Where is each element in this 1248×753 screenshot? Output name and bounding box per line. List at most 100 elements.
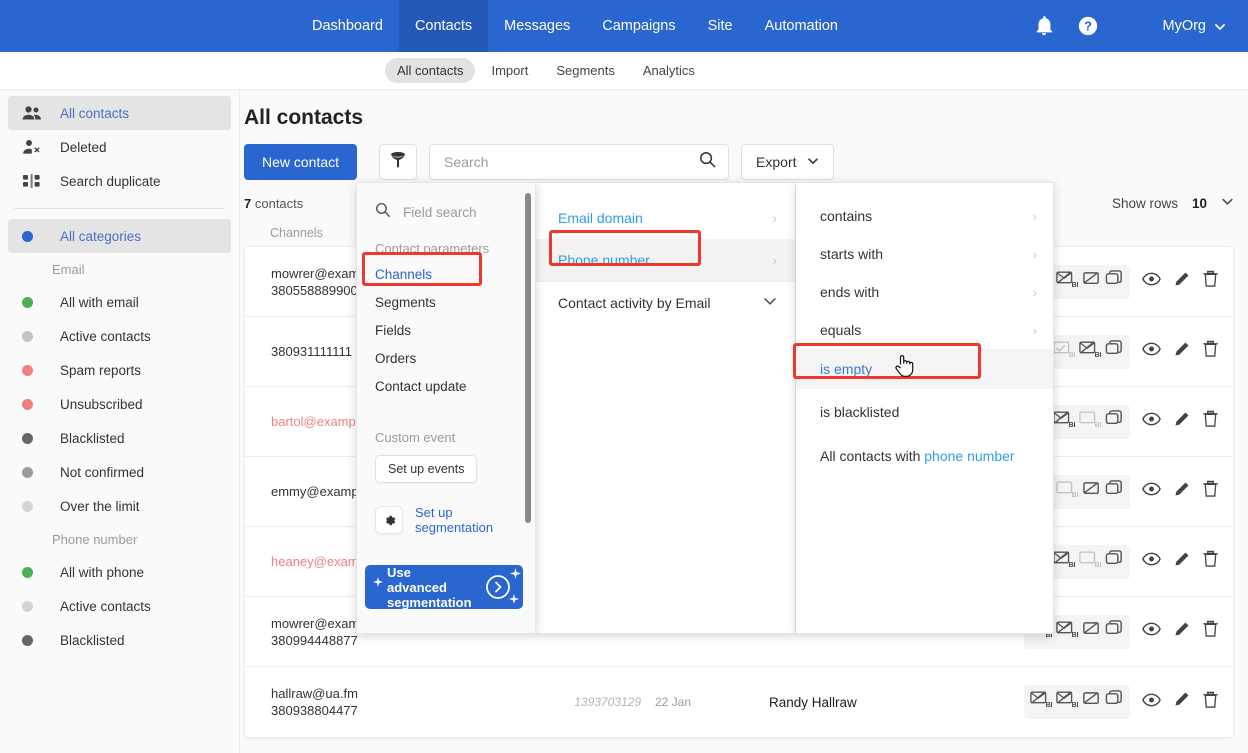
- sidebar-item-email-active-contacts[interactable]: Active contacts: [8, 319, 231, 353]
- email-blacklist-icon[interactable]: BL: [1056, 480, 1081, 504]
- condition-is-blacklisted[interactable]: is blacklisted: [796, 393, 1053, 431]
- delete-icon[interactable]: [1202, 550, 1219, 573]
- condition-ends-with[interactable]: ends with ›: [796, 273, 1053, 311]
- search-box[interactable]: [429, 144, 730, 180]
- copy-icon[interactable]: [1105, 690, 1124, 714]
- edit-icon[interactable]: [1173, 481, 1190, 503]
- edit-icon[interactable]: [1173, 411, 1190, 433]
- nav-item-campaigns[interactable]: Campaigns: [586, 0, 691, 52]
- org-selector[interactable]: MyOrg: [1163, 18, 1227, 34]
- copy-icon[interactable]: [1105, 409, 1124, 434]
- view-icon[interactable]: [1142, 342, 1161, 361]
- sidebar-item-phone-blacklisted[interactable]: Blacklisted: [8, 623, 231, 657]
- dropdown-scrollbar[interactable]: [525, 193, 531, 523]
- tab-import[interactable]: Import: [479, 58, 540, 83]
- dropdown-item-segments[interactable]: Segments: [357, 288, 535, 316]
- edit-icon[interactable]: [1173, 691, 1190, 713]
- dropdown-item-email-domain[interactable]: Email domain ›: [536, 197, 795, 239]
- condition-starts-with[interactable]: starts with ›: [796, 235, 1053, 273]
- view-icon[interactable]: [1142, 622, 1161, 641]
- dropdown-item-contact-activity-by-email[interactable]: Contact activity by Email: [536, 281, 795, 323]
- nav-item-automation[interactable]: Automation: [749, 0, 854, 52]
- copy-icon[interactable]: [1105, 549, 1124, 574]
- chevron-down-icon[interactable]: [1221, 195, 1234, 211]
- sms-blacklist-icon[interactable]: BL: [1056, 270, 1081, 294]
- copy-icon[interactable]: [1105, 339, 1124, 364]
- view-icon[interactable]: [1142, 693, 1161, 712]
- edit-icon[interactable]: [1173, 271, 1190, 293]
- dropdown-item-channels[interactable]: Channels: [357, 260, 535, 288]
- search-icon[interactable]: [699, 151, 716, 173]
- sidebar-item-all-contacts[interactable]: All contacts: [8, 96, 231, 130]
- tab-analytics[interactable]: Analytics: [631, 58, 707, 83]
- nav-item-dashboard[interactable]: Dashboard: [296, 0, 399, 52]
- set-up-segmentation-label[interactable]: Set up segmentation: [415, 505, 511, 535]
- email-blacklist-icon[interactable]: BL: [1053, 550, 1078, 574]
- sidebar-item-all-with-email[interactable]: All with email: [8, 285, 231, 319]
- set-up-segmentation-row[interactable]: Set up segmentation: [375, 505, 535, 535]
- condition-contains[interactable]: contains ›: [796, 197, 1053, 235]
- sidebar-item-all-categories[interactable]: All categories: [8, 219, 231, 253]
- use-advanced-segmentation-button[interactable]: Use advanced segmentation: [365, 565, 523, 609]
- sms-blacklist-icon[interactable]: BL: [1056, 620, 1081, 644]
- condition-is-empty[interactable]: is empty: [796, 349, 1053, 389]
- search-input[interactable]: [442, 153, 700, 171]
- help-question-icon[interactable]: ?: [1077, 15, 1099, 37]
- set-up-events-button[interactable]: Set up events: [375, 455, 478, 483]
- dropdown-item-fields[interactable]: Fields: [357, 316, 535, 344]
- new-contact-button[interactable]: New contact: [244, 144, 358, 180]
- edit-icon[interactable]: [1173, 621, 1190, 643]
- delete-icon[interactable]: [1202, 270, 1219, 293]
- sidebar-item-deleted[interactable]: Deleted: [8, 130, 231, 164]
- email-blacklist-icon[interactable]: BL: [1053, 410, 1078, 434]
- web-push-icon[interactable]: [1082, 480, 1101, 504]
- dropdown-item-contact-update[interactable]: Contact update: [357, 372, 535, 400]
- export-button[interactable]: Export: [741, 144, 834, 180]
- view-icon[interactable]: [1142, 552, 1161, 571]
- sidebar-item-phone-active-contacts[interactable]: Active contacts: [8, 589, 231, 623]
- nav-item-messages[interactable]: Messages: [488, 0, 586, 52]
- copy-icon[interactable]: [1105, 619, 1124, 644]
- filter-button[interactable]: [379, 144, 418, 180]
- notifications-bell-icon[interactable]: [1033, 15, 1055, 37]
- phone-number-link[interactable]: phone number: [924, 448, 1014, 464]
- copy-icon[interactable]: [1105, 479, 1124, 504]
- sms-blacklist-icon[interactable]: BL: [1079, 410, 1104, 434]
- field-search-row[interactable]: Field search: [357, 197, 535, 227]
- web-push-icon[interactable]: [1082, 270, 1101, 294]
- sms-blacklist-icon[interactable]: BL: [1079, 340, 1104, 364]
- dropdown-item-orders[interactable]: Orders: [357, 344, 535, 372]
- tab-segments[interactable]: Segments: [544, 58, 627, 83]
- sidebar-item-search-duplicate[interactable]: Search duplicate: [8, 164, 231, 198]
- view-icon[interactable]: [1142, 272, 1161, 291]
- email-blacklist-icon[interactable]: BL: [1053, 340, 1078, 364]
- sidebar-item-not-confirmed[interactable]: Not confirmed: [8, 455, 231, 489]
- edit-icon[interactable]: [1173, 341, 1190, 363]
- tab-all-contacts[interactable]: All contacts: [385, 58, 476, 83]
- delete-icon[interactable]: [1202, 410, 1219, 433]
- sms-blacklist-icon[interactable]: BL: [1056, 690, 1081, 714]
- copy-icon[interactable]: [1105, 269, 1124, 294]
- delete-icon[interactable]: [1202, 691, 1219, 714]
- nav-item-contacts[interactable]: Contacts: [398, 0, 489, 52]
- gear-icon[interactable]: [375, 506, 403, 534]
- all-contacts-with-phone-number[interactable]: All contacts with phone number: [796, 437, 1053, 475]
- nav-item-site[interactable]: Site: [692, 0, 749, 52]
- condition-equals[interactable]: equals ›: [796, 311, 1053, 349]
- sidebar-item-all-with-phone[interactable]: All with phone: [8, 555, 231, 589]
- sidebar-item-spam-reports[interactable]: Spam reports: [8, 353, 231, 387]
- sidebar-item-email-blacklisted[interactable]: Blacklisted: [8, 421, 231, 455]
- show-rows-value[interactable]: 10: [1192, 196, 1207, 211]
- dropdown-item-phone-number[interactable]: Phone number ›: [536, 239, 795, 281]
- view-icon[interactable]: [1142, 412, 1161, 431]
- table-row[interactable]: hallraw@ua.fm 380938804477 1393703129 22…: [245, 667, 1233, 737]
- view-icon[interactable]: [1142, 482, 1161, 501]
- delete-icon[interactable]: [1202, 340, 1219, 363]
- web-push-icon[interactable]: [1082, 620, 1101, 644]
- delete-icon[interactable]: [1202, 620, 1219, 643]
- sidebar-item-over-the-limit[interactable]: Over the limit: [8, 489, 231, 523]
- sidebar-item-unsubscribed[interactable]: Unsubscribed: [8, 387, 231, 421]
- web-push-icon[interactable]: [1082, 690, 1101, 714]
- sms-blacklist-icon[interactable]: BL: [1079, 550, 1104, 574]
- delete-icon[interactable]: [1202, 480, 1219, 503]
